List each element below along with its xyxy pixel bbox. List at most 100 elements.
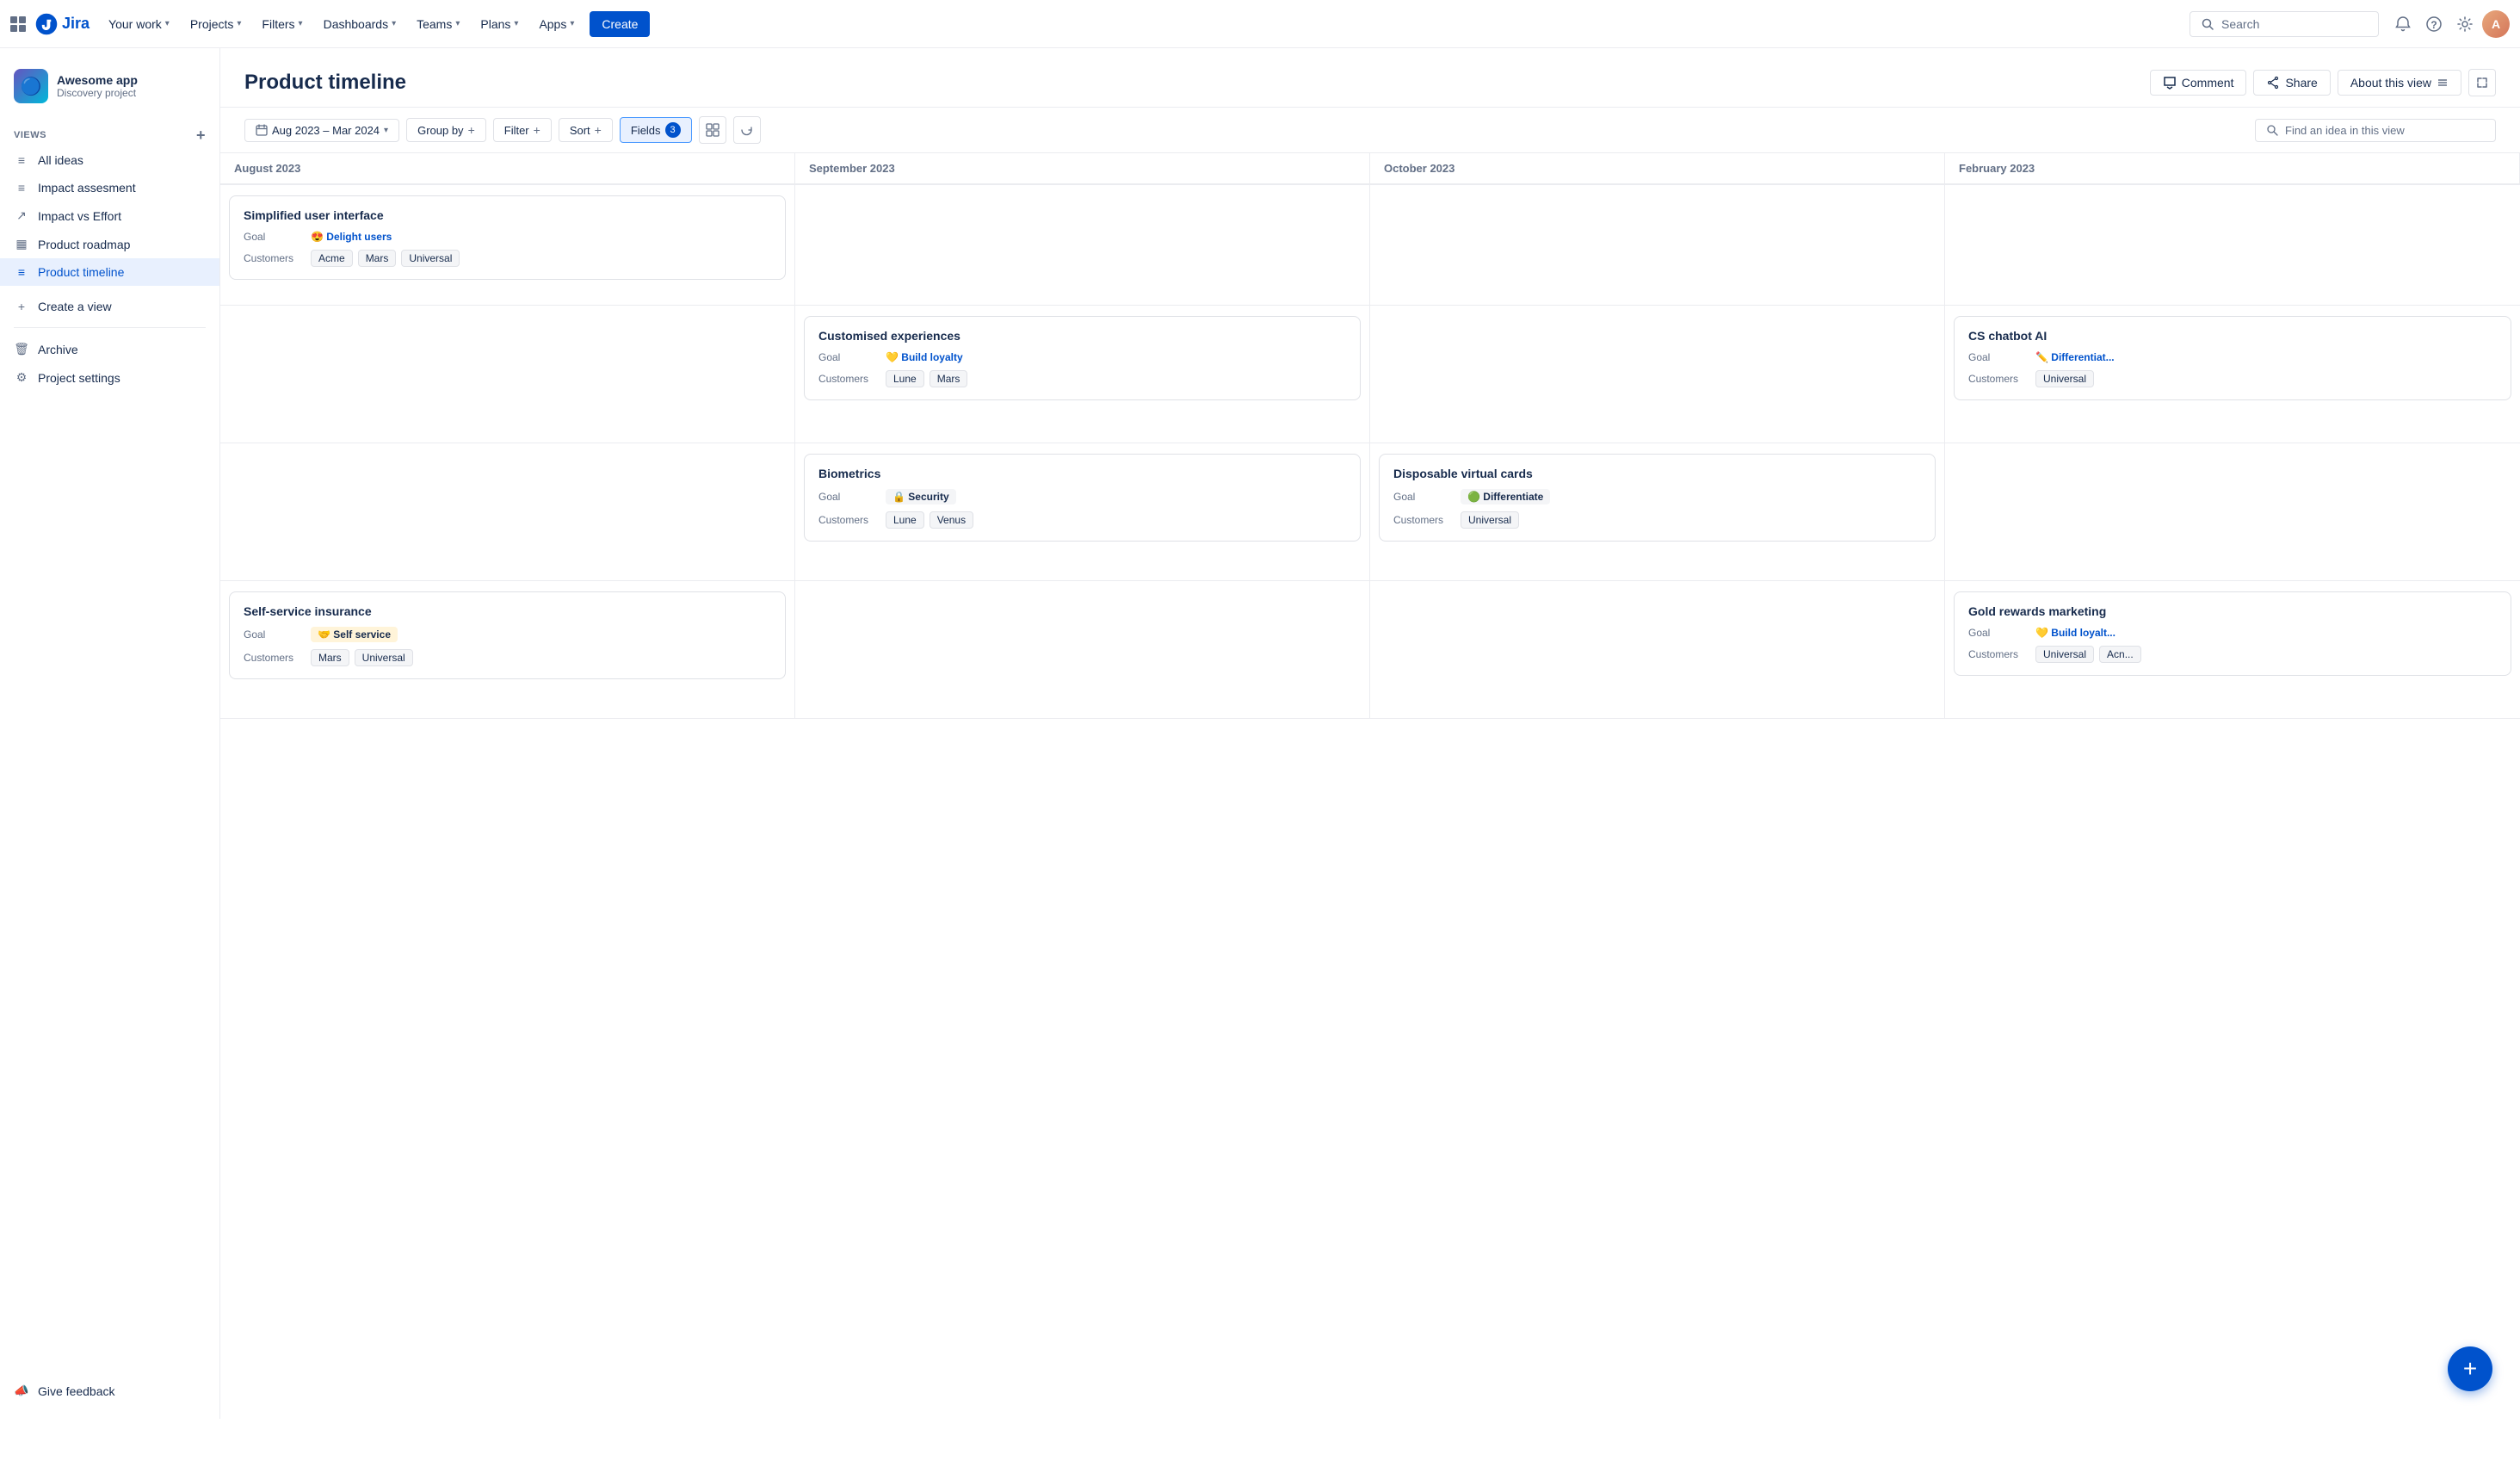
- nav-filters[interactable]: Filters ▾: [253, 12, 311, 36]
- sidebar-item-all-ideas[interactable]: ≡ All ideas: [0, 146, 219, 174]
- nav-your-work[interactable]: Your work ▾: [100, 12, 178, 36]
- nav-projects[interactable]: Projects ▾: [182, 12, 250, 36]
- sidebar-bottom: 📣 Give feedback: [0, 1377, 219, 1405]
- about-view-button[interactable]: About this view: [2338, 70, 2461, 96]
- app-grid-icon[interactable]: [10, 16, 26, 32]
- customer-acme[interactable]: Acme: [311, 250, 353, 267]
- row4-col-aug: Self-service insurance Goal 🤝 Self servi…: [220, 581, 795, 718]
- sidebar-item-create-view[interactable]: + Create a view: [0, 293, 219, 320]
- sidebar-item-impact-effort[interactable]: ↗ Impact vs Effort: [0, 201, 219, 230]
- goal-build-loyalty2[interactable]: 💛 Build loyalt...: [2035, 627, 2115, 639]
- share-button[interactable]: Share: [2253, 70, 2330, 96]
- top-navigation: Jira Your work ▾ Projects ▾ Filters ▾ Da…: [0, 0, 2520, 48]
- nav-teams[interactable]: Teams ▾: [408, 12, 468, 36]
- customer-universal[interactable]: Universal: [2035, 646, 2094, 663]
- sort-button[interactable]: Sort +: [559, 118, 613, 142]
- nav-apps[interactable]: Apps ▾: [530, 12, 583, 36]
- date-range-button[interactable]: Aug 2023 – Mar 2024 ▾: [244, 119, 399, 142]
- card-goal-row: Goal 💛 Build loyalt...: [1968, 627, 2497, 639]
- chevron-down-icon: ▾: [514, 19, 518, 28]
- gear-icon: ⚙: [14, 370, 29, 385]
- card-customers-row: Customers Mars Universal: [244, 649, 771, 666]
- customer-universal[interactable]: Universal: [2035, 370, 2094, 387]
- customer-venus[interactable]: Venus: [930, 511, 973, 529]
- sidebar-item-product-timeline[interactable]: ≡ Product timeline: [0, 258, 219, 286]
- card-self-service-insurance[interactable]: Self-service insurance Goal 🤝 Self servi…: [229, 591, 786, 679]
- customer-lune[interactable]: Lune: [886, 511, 924, 529]
- customer-universal[interactable]: Universal: [1461, 511, 1519, 529]
- megaphone-icon: 📣: [14, 1383, 29, 1398]
- user-avatar[interactable]: A: [2482, 10, 2510, 38]
- help-icon[interactable]: ?: [2420, 10, 2448, 38]
- nav-logo[interactable]: Jira: [10, 12, 90, 36]
- chart-icon: ↗: [14, 208, 29, 223]
- customer-mars[interactable]: Mars: [930, 370, 968, 387]
- notifications-icon[interactable]: [2389, 10, 2417, 38]
- customers: Mars Universal: [311, 649, 413, 666]
- fab-add-button[interactable]: +: [2448, 1346, 2492, 1391]
- row3-col-feb: [1945, 443, 2520, 580]
- card-cs-chatbot[interactable]: CS chatbot AI Goal ✏️ Differentiat... Cu…: [1954, 316, 2511, 400]
- sidebar-item-project-settings[interactable]: ⚙ Project settings: [0, 363, 219, 392]
- goal-differentiate2[interactable]: 🟢 Differentiate: [1461, 489, 1550, 504]
- sidebar-item-archive[interactable]: 🗑 Archive: [0, 335, 219, 363]
- goal-build-loyalty[interactable]: 💛 Build loyalty: [886, 351, 963, 363]
- comment-button[interactable]: Comment: [2150, 70, 2247, 96]
- nav-dashboards[interactable]: Dashboards ▾: [315, 12, 405, 36]
- card-biometrics[interactable]: Biometrics Goal 🔒 Security Customers Lun…: [804, 454, 1361, 542]
- card-simplified-ui[interactable]: Simplified user interface Goal 😍 Delight…: [229, 195, 786, 280]
- card-disposable-cards[interactable]: Disposable virtual cards Goal 🟢 Differen…: [1379, 454, 1936, 542]
- timeline-row-4: Self-service insurance Goal 🤝 Self servi…: [220, 581, 2520, 719]
- timeline-icon: ≡: [14, 265, 29, 279]
- search-bar[interactable]: Search: [2190, 11, 2379, 37]
- nav-plans[interactable]: Plans ▾: [472, 12, 527, 36]
- jira-brand: Jira: [34, 12, 90, 36]
- list-icon: ≡: [14, 181, 29, 195]
- card-customers-row: Customers Universal Acn...: [1968, 646, 2497, 663]
- card-title: Gold rewards marketing: [1968, 604, 2497, 618]
- create-button[interactable]: Create: [590, 11, 650, 37]
- project-details: Awesome app Discovery project: [57, 73, 138, 99]
- card-title: Simplified user interface: [244, 208, 771, 222]
- row2-col-sep: Customised experiences Goal 💛 Build loya…: [795, 306, 1370, 443]
- group-by-button[interactable]: Group by +: [406, 118, 486, 142]
- goal-differentiate[interactable]: ✏️ Differentiat...: [2035, 351, 2115, 363]
- settings-icon[interactable]: [2451, 10, 2479, 38]
- row1-col-oct: [1370, 185, 1945, 305]
- row3-col-sep: Biometrics Goal 🔒 Security Customers Lun…: [795, 443, 1370, 580]
- goal-self-service[interactable]: 🤝 Self service: [311, 627, 398, 642]
- main-content: Product timeline Comment Share About thi…: [220, 48, 2520, 1419]
- filter-button[interactable]: Filter +: [493, 118, 552, 142]
- customer-universal[interactable]: Universal: [401, 250, 460, 267]
- goal-security[interactable]: 🔒 Security: [886, 489, 956, 504]
- refresh-icon: [740, 123, 754, 137]
- chevron-down-icon: ▾: [392, 19, 396, 28]
- customer-lune[interactable]: Lune: [886, 370, 924, 387]
- timeline-search[interactable]: Find an idea in this view: [2255, 119, 2496, 142]
- card-gold-rewards[interactable]: Gold rewards marketing Goal 💛 Build loya…: [1954, 591, 2511, 676]
- expand-button[interactable]: [2468, 69, 2496, 96]
- project-name: Awesome app: [57, 73, 138, 87]
- customer-mars[interactable]: Mars: [311, 649, 349, 666]
- project-info[interactable]: 🔵 Awesome app Discovery project: [0, 62, 219, 117]
- sidebar-item-product-roadmap[interactable]: ▦ Product roadmap: [0, 230, 219, 258]
- customer-acn[interactable]: Acn...: [2099, 646, 2141, 663]
- goal-delight-users[interactable]: 😍 Delight users: [311, 231, 392, 243]
- sidebar-item-give-feedback[interactable]: 📣 Give feedback: [0, 1377, 219, 1405]
- row1-col-aug: Simplified user interface Goal 😍 Delight…: [220, 185, 795, 305]
- add-view-icon[interactable]: +: [196, 127, 206, 143]
- toolbar: Aug 2023 – Mar 2024 ▾ Group by + Filter …: [220, 108, 2520, 153]
- customer-mars[interactable]: Mars: [358, 250, 397, 267]
- sidebar: 🔵 Awesome app Discovery project VIEWS + …: [0, 48, 220, 1419]
- customer-universal[interactable]: Universal: [355, 649, 413, 666]
- fields-button[interactable]: Fields 3: [620, 117, 692, 143]
- auto-schedule-button[interactable]: [733, 116, 761, 144]
- card-customers-row: Customers Universal: [1393, 511, 1921, 529]
- view-options-button[interactable]: [699, 116, 726, 144]
- grid-icon: ▦: [14, 237, 29, 251]
- month-august: August 2023: [220, 153, 795, 183]
- card-customised-exp[interactable]: Customised experiences Goal 💛 Build loya…: [804, 316, 1361, 400]
- plus-icon: +: [595, 123, 602, 137]
- card-title: Biometrics: [818, 467, 1346, 480]
- sidebar-item-impact-assessment[interactable]: ≡ Impact assesment: [0, 174, 219, 201]
